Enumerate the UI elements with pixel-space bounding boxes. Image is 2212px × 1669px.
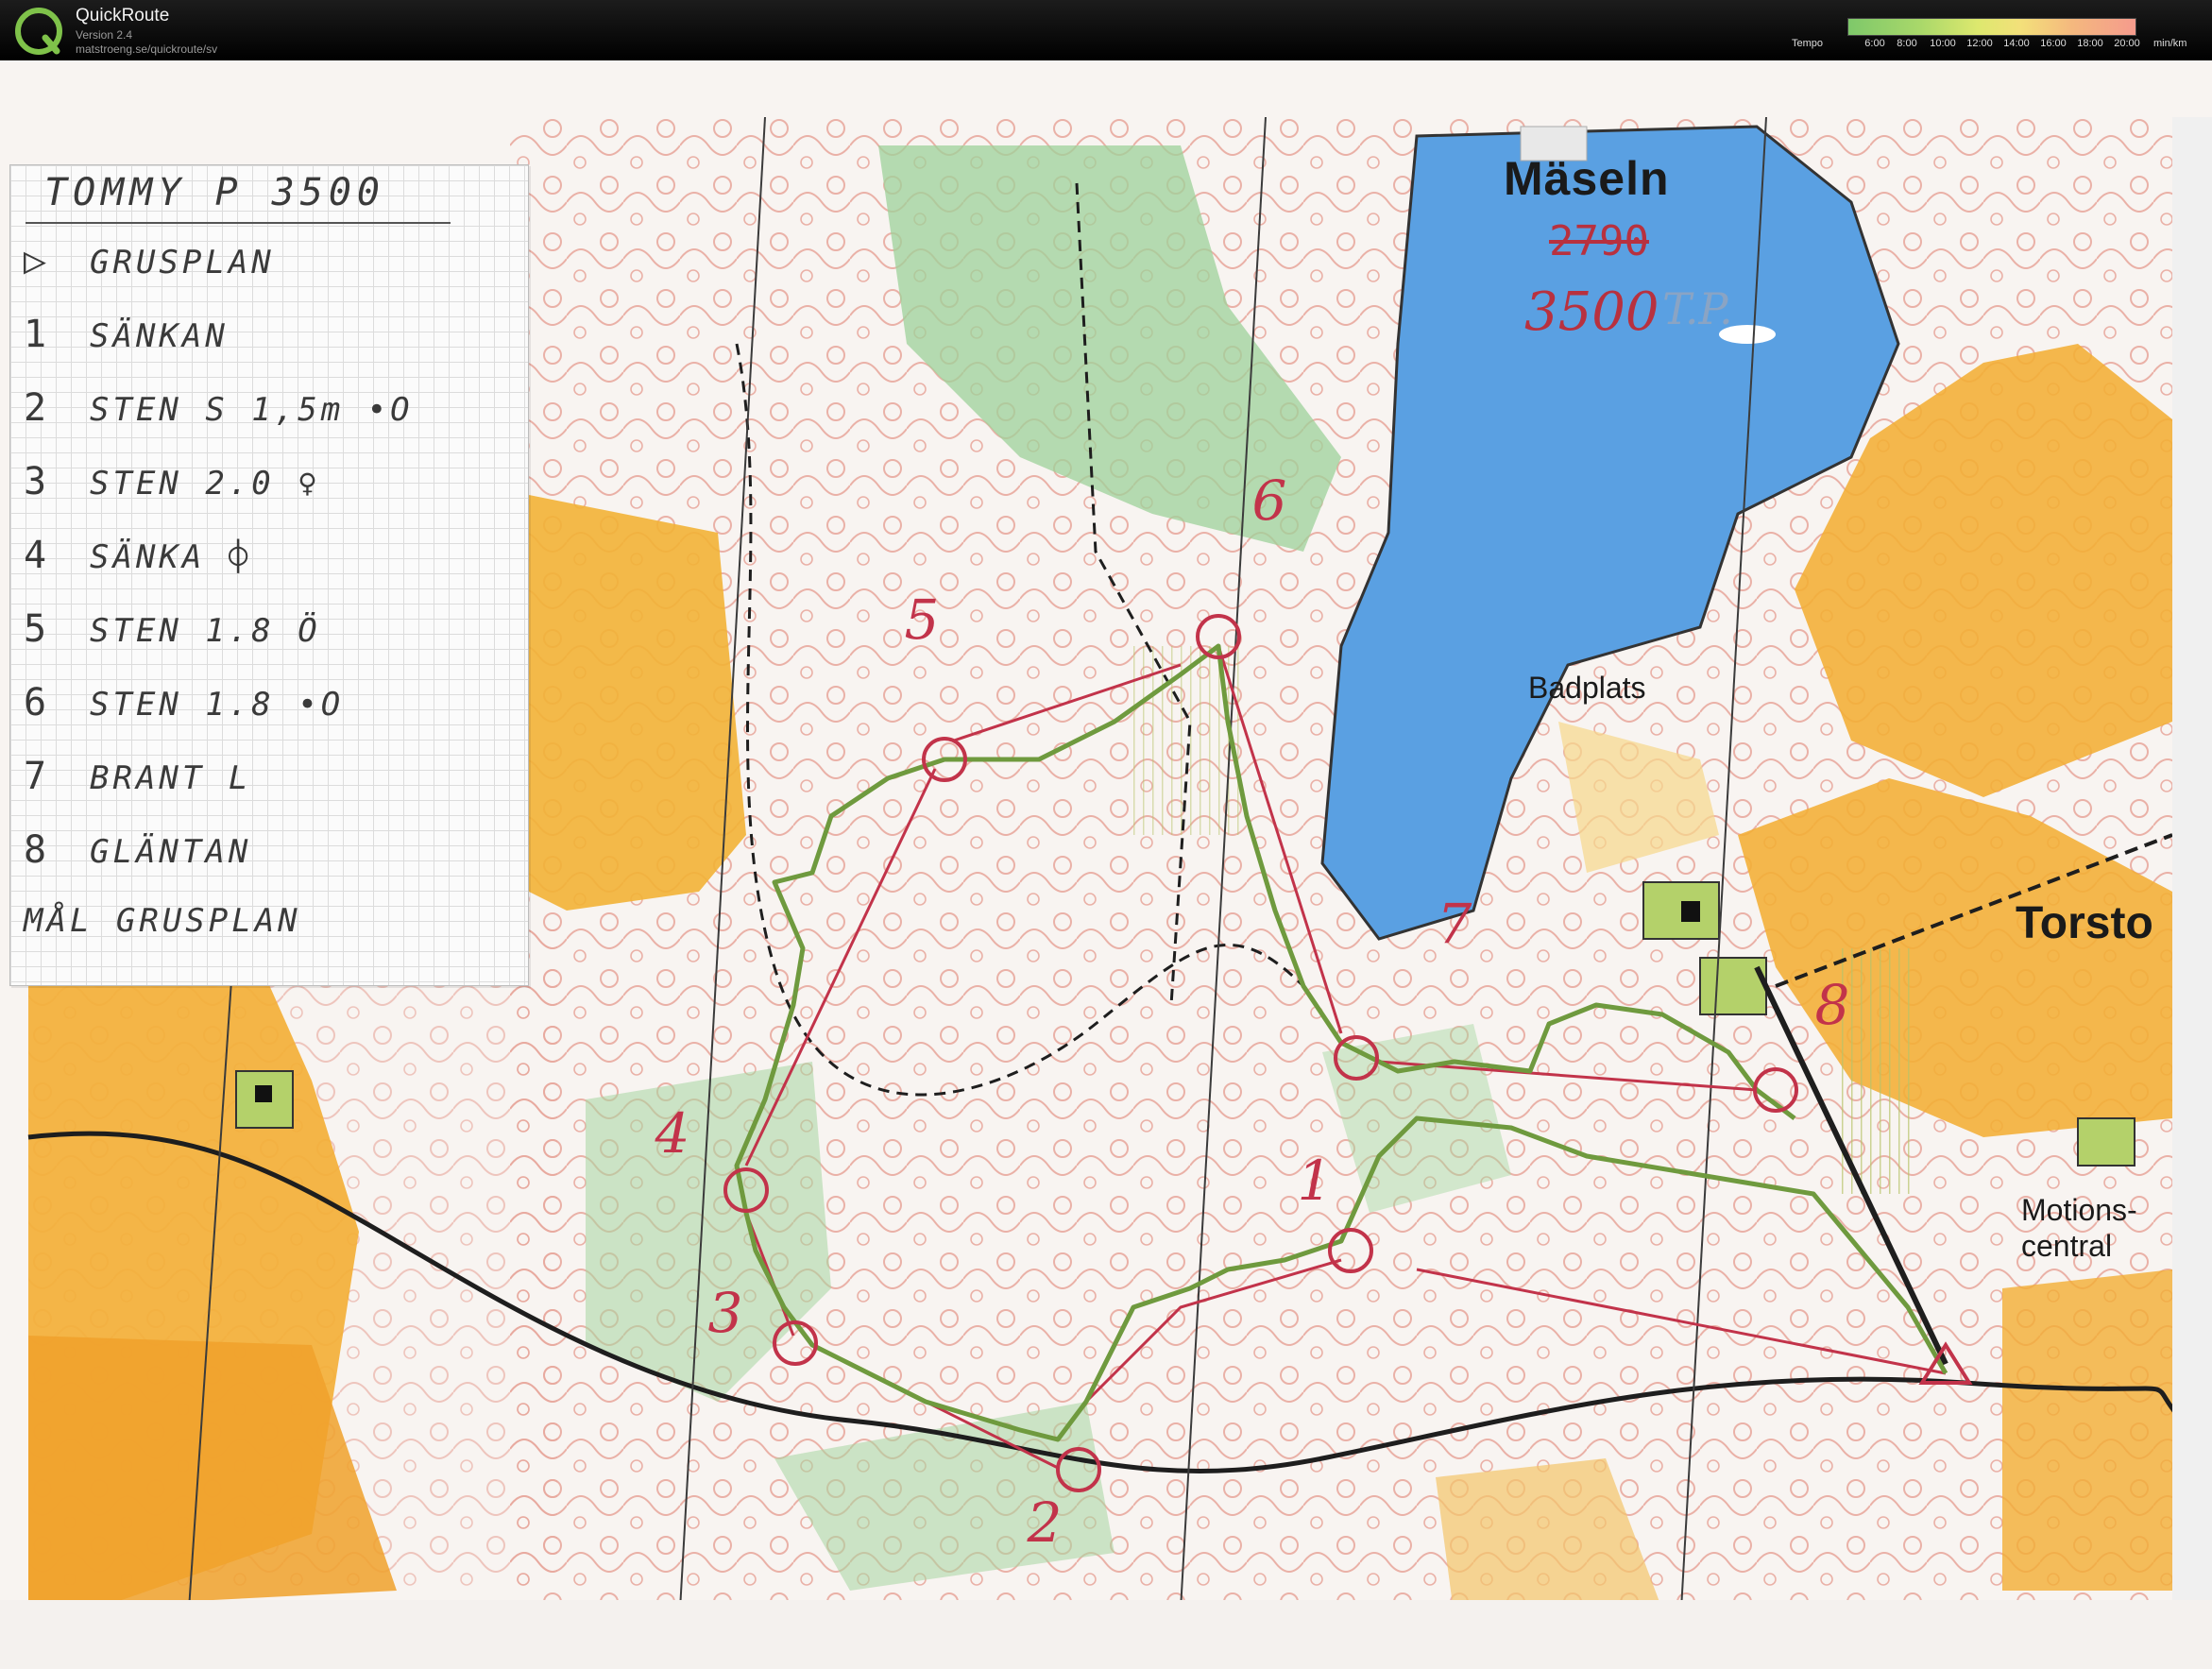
card-row-desc: STEN 1.8 •O — [90, 686, 345, 724]
control-number-3: 3 — [707, 1281, 743, 1345]
tempo-tick: 6:00 — [1864, 38, 1885, 49]
motions-label-line: Motions- — [2021, 1193, 2137, 1227]
tempo-tick: 10:00 — [1930, 38, 1956, 49]
control-number-1: 1 — [1297, 1149, 1333, 1213]
card-row-desc: MÅL GRUSPLAN — [24, 902, 301, 940]
card-row-5: 5 STEN 1.8 Ö — [24, 607, 515, 670]
tempo-legend-unit: min/km — [2153, 38, 2187, 49]
control-number-4: 4 — [655, 1101, 690, 1166]
card-row-finish: MÅL GRUSPLAN — [24, 902, 515, 964]
tempo-tick: 16:00 — [2040, 38, 2067, 49]
open-land — [529, 495, 746, 911]
card-row-desc: SÄNKAN — [90, 317, 229, 355]
card-row-num: 1 — [24, 313, 51, 356]
card-row-desc: GRUSPLAN — [90, 244, 275, 281]
card-title: TOMMY P 3500 — [44, 171, 385, 214]
card-row-start: ▷ GRUSPLAN — [24, 239, 515, 301]
card-row-desc: BRANT L — [90, 759, 252, 797]
card-row-num: 5 — [24, 607, 51, 651]
tempo-legend-label: Tempo — [1792, 38, 1824, 49]
card-row-desc: STEN S 1,5m •O — [90, 391, 414, 429]
struck-course-length: 2790 — [1549, 217, 1649, 265]
building — [255, 1085, 272, 1102]
motions-central-label: Motions- central — [2021, 1192, 2137, 1264]
control-number-6: 6 — [1251, 468, 1287, 533]
card-row-num: 3 — [24, 460, 51, 503]
card-row-num: 7 — [24, 755, 51, 798]
card-row-num: 2 — [24, 386, 51, 430]
card-row-desc: GLÄNTAN — [90, 833, 252, 871]
village-label: Torsto — [2016, 898, 2153, 948]
card-row-6: 6 STEN 1.8 •O — [24, 681, 515, 743]
tempo-tick: 20:00 — [2114, 38, 2140, 49]
motions-label-line: central — [2021, 1229, 2113, 1263]
tempo-tick: 18:00 — [2077, 38, 2103, 49]
open-land — [2002, 1269, 2172, 1591]
card-row-num: 6 — [24, 681, 51, 724]
card-row-desc: SÄNKA ⌽ — [90, 538, 252, 576]
control-number-8: 8 — [1814, 973, 1850, 1037]
card-row-desc: STEN 2.0 ♀ — [90, 465, 321, 502]
runner-initials: T.P. — [1662, 283, 1733, 334]
tempo-tick: 12:00 — [1966, 38, 1993, 49]
scan-edge — [0, 1600, 2212, 1669]
start-triangle-icon: ▷ — [24, 239, 51, 282]
control-number-7: 7 — [1437, 892, 1472, 956]
scan-edge — [2172, 117, 2212, 1669]
lake-label: Mäseln — [1504, 152, 1670, 205]
orienteering-map[interactable]: Mäseln 2790 3500 T.P. Badplats Torsto Mo… — [0, 60, 2212, 1669]
settlement — [1699, 957, 1767, 1015]
control-number-5: 5 — [904, 588, 940, 652]
card-row-4: 4 SÄNKA ⌽ — [24, 534, 515, 596]
card-row-num: 4 — [24, 534, 51, 577]
card-row-8: 8 GLÄNTAN — [24, 828, 515, 891]
tempo-legend-gradient — [1847, 18, 2136, 36]
card-row-num: 8 — [24, 828, 51, 872]
marsh — [1842, 948, 1917, 1194]
card-underline — [26, 222, 451, 224]
tempo-tick: 8:00 — [1897, 38, 1917, 49]
card-row-3: 3 STEN 2.0 ♀ — [24, 460, 515, 522]
card-row-7: 7 BRANT L — [24, 755, 515, 817]
tempo-tick: 14:00 — [2003, 38, 2030, 49]
settlement — [2077, 1117, 2135, 1167]
beach-label: Badplats — [1528, 671, 1646, 705]
control-number-2: 2 — [1027, 1490, 1063, 1555]
card-row-desc: STEN 1.8 Ö — [90, 612, 321, 650]
app-version: Version 2.4 — [76, 28, 133, 42]
app-title: QuickRoute — [76, 6, 170, 26]
course-length: 3500 — [1524, 281, 1659, 343]
quickroute-logo-icon — [15, 8, 62, 55]
card-row-2: 2 STEN S 1,5m •O — [24, 386, 515, 449]
app-header: QuickRoute Version 2.4 matstroeng.se/qui… — [0, 0, 2212, 60]
app-url[interactable]: matstroeng.se/quickroute/sv — [76, 43, 217, 56]
card-row-1: 1 SÄNKAN — [24, 313, 515, 375]
building — [1681, 901, 1700, 922]
control-description-card: TOMMY P 3500 ▷ GRUSPLAN 1 SÄNKAN 2 STEN S 1… — [9, 164, 529, 986]
